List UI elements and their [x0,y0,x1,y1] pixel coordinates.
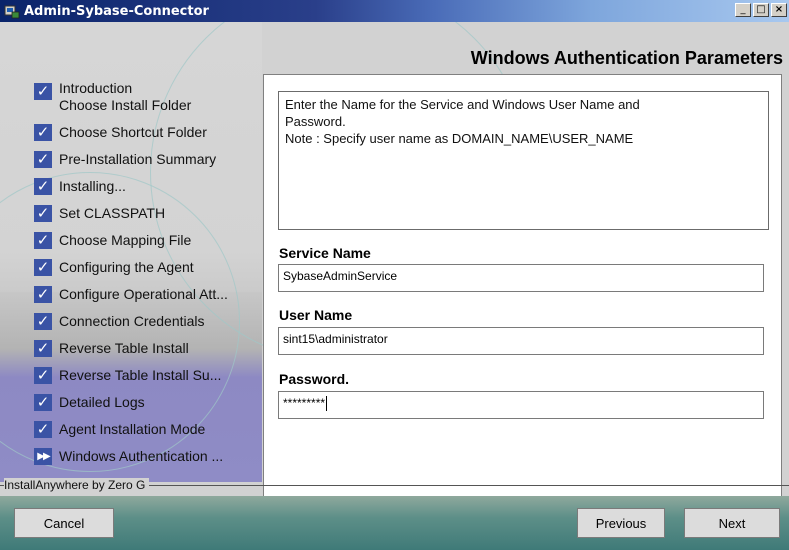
maximize-icon: □ [756,4,766,15]
step-label: Choose Shortcut Folder [59,124,207,140]
step-item: ✓ Configuring the Agent [34,258,194,276]
step-label: Introduction [59,80,133,96]
close-icon: × [774,4,784,15]
window-title: Admin-Sybase-Connector [24,3,209,19]
step-item-current: ▶▶ Windows Authentication ... [34,447,223,465]
step-label: Set CLASSPATH [59,205,166,221]
password-label: Password. [279,371,350,387]
service-name-label: Service Name [279,245,371,261]
checkmark-icon: ✓ [34,150,52,168]
step-label: Choose Mapping File [59,232,192,248]
step-item: ✓ Detailed Logs [34,393,145,411]
step-item: ✓ Agent Installation Mode [34,420,205,438]
step-label: Reverse Table Install [59,340,189,356]
step-label: Agent Installation Mode [59,421,206,437]
footer-background [0,496,789,550]
checkmark-icon: ✓ [34,339,52,357]
step-label: Detailed Logs [59,394,145,410]
checkmark-icon: ✓ [34,204,52,222]
cancel-button[interactable]: Cancel [14,508,114,538]
maximize-button[interactable]: □ [753,3,769,17]
description-line: Note : Specify user name as DOMAIN_NAME\… [285,131,634,146]
step-item: ✓ Installing... [34,177,126,195]
step-item: ✓ Choose Shortcut Folder [34,123,207,141]
step-item: ✓ Reverse Table Install [34,339,189,357]
step-item: ✓ Pre-Installation Summary [34,150,216,168]
current-step-arrow-icon: ▶▶ [34,447,52,465]
previous-button[interactable]: Previous [577,508,665,538]
step-label: Choose Install Folder [59,97,192,113]
text-caret [326,396,328,412]
password-value: ********* [283,396,326,410]
minimize-icon: _ [740,4,746,15]
content-panel: Enter the Name for the Service and Windo… [263,74,782,500]
step-label: Connection Credentials [59,313,205,329]
title-bar: Admin-Sybase-Connector _ □ × [0,0,789,22]
checkmark-icon: ✓ [34,258,52,276]
checkmark-icon: ✓ [34,366,52,384]
step-label: Installing... [59,178,126,194]
user-name-input[interactable]: sint15\administrator [278,327,764,355]
step-item: ✓ Set CLASSPATH [34,204,165,222]
checkmark-icon: ✓ [34,231,52,249]
checkmark-icon: ✓ [34,285,52,303]
step-label: Configure Operational Att... [59,286,228,302]
checkmark-icon: ✓ [34,123,52,141]
installer-brand: InstallAnywhere by Zero G [4,478,150,492]
close-button[interactable]: × [771,3,787,17]
step-item: ✓ Reverse Table Install Su... [34,366,221,384]
checkmark-icon: ✓ [34,177,52,195]
description-line: Password. [285,114,346,129]
minimize-button[interactable]: _ [735,3,751,17]
password-input[interactable]: ********* [278,391,764,419]
user-name-label: User Name [279,307,353,323]
step-label: Reverse Table Install Su... [59,367,222,383]
description-box: Enter the Name for the Service and Windo… [278,91,769,230]
next-button[interactable]: Next [684,508,780,538]
step-item: ✓ Connection Credentials [34,312,205,330]
checkmark-icon: ✓ [34,420,52,438]
step-item: ✓ Choose Mapping File [34,231,191,249]
installer-body: Windows Authentication Parameters ✓ Intr… [0,22,789,550]
page-title: Windows Authentication Parameters [470,48,783,68]
step-label: Windows Authentication ... [59,448,224,464]
step-label: Configuring the Agent [59,259,194,275]
checkmark-icon: ✓ [34,312,52,330]
step-label: Pre-Installation Summary [59,151,217,167]
step-item: Choose Install Folder [34,96,191,114]
description-line: Enter the Name for the Service and Windo… [285,97,640,112]
service-name-input[interactable]: SybaseAdminService [278,264,764,292]
checkmark-icon: ✓ [34,393,52,411]
step-item: ✓ Configure Operational Att... [34,285,228,303]
installer-app-icon [4,5,20,19]
